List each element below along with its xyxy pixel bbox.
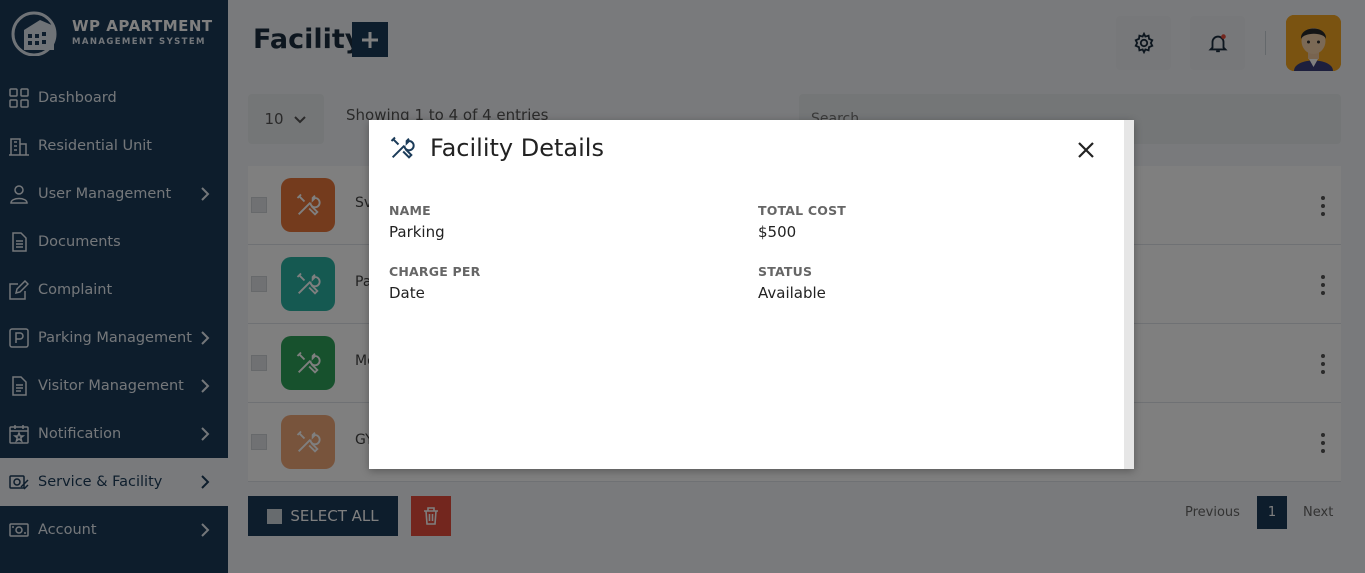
modal-header: Facility Details — [388, 134, 604, 162]
field-label: NAME — [389, 203, 431, 218]
field-value: Date — [389, 284, 425, 302]
modal-title: Facility Details — [430, 134, 604, 162]
close-icon[interactable] — [1075, 139, 1097, 161]
facility-details-modal: Facility Details NAME Parking TOTAL COST… — [369, 120, 1134, 469]
field-value: Parking — [389, 223, 445, 241]
field-status: STATUS Available — [758, 264, 826, 302]
field-label: TOTAL COST — [758, 203, 847, 218]
field-label: CHARGE PER — [389, 264, 481, 279]
field-label: STATUS — [758, 264, 813, 279]
modal-scrollbar[interactable] — [1124, 120, 1134, 469]
field-total-cost: TOTAL COST $500 — [758, 203, 846, 241]
field-name: NAME Parking — [389, 203, 445, 241]
tools-icon — [390, 136, 415, 159]
field-value: $500 — [758, 223, 797, 241]
field-value: Available — [758, 284, 826, 302]
field-charge-per: CHARGE PER Date — [389, 264, 480, 302]
